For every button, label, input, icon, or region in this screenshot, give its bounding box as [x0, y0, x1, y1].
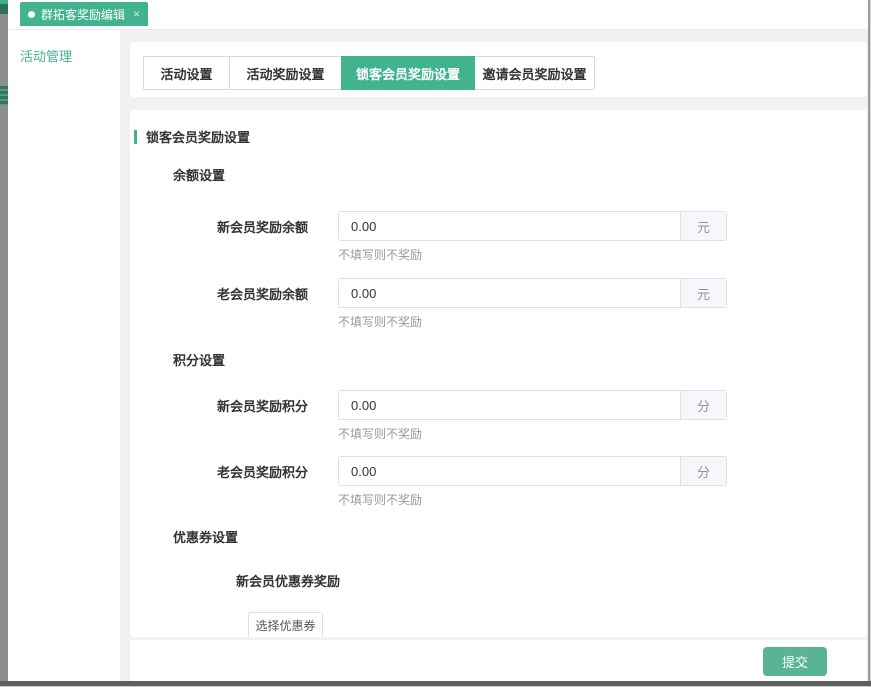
page-tab-active[interactable]: 群拓客奖励编辑 ×	[20, 2, 148, 26]
underlying-text-fragment	[0, 86, 8, 105]
section-title: 锁客会员奖励设置	[146, 127, 250, 146]
unit-suffix-yuan: 元	[680, 212, 726, 240]
help-text: 不填写则不奖励	[338, 491, 422, 508]
sidebar: 活动管理	[8, 30, 120, 681]
old-member-points-input[interactable]	[339, 457, 680, 485]
underlying-header-fragment-top	[0, 0, 8, 4]
field-label-new-member-balance: 新会员奖励余额	[130, 217, 308, 236]
submit-button[interactable]: 提交	[763, 647, 827, 676]
section-accent-bar	[134, 130, 137, 144]
tab-bar-card: 活动设置 活动奖励设置 锁客会员奖励设置 邀请会员奖励设置	[130, 42, 867, 97]
group-title-points: 积分设置	[173, 350, 225, 369]
page-tab-label: 群拓客奖励编辑	[41, 6, 125, 23]
field-label-old-member-balance: 老会员奖励余额	[130, 284, 308, 303]
input-group: 分	[338, 390, 727, 420]
group-title-coupon: 优惠券设置	[173, 527, 238, 546]
form-row: 新会员奖励余额 元	[130, 211, 727, 241]
topbar: 群拓客奖励编辑 ×	[8, 0, 868, 30]
sidebar-item-activity-management[interactable]: 活动管理	[8, 30, 120, 65]
form-row: 新会员奖励积分 分	[130, 390, 727, 420]
app-window: 群拓客奖励编辑 × 活动管理 活动设置 活动奖励设置 锁客会员奖励设置 邀请会员…	[8, 0, 868, 681]
unit-suffix-fen: 分	[680, 457, 726, 485]
content-area: 活动设置 活动奖励设置 锁客会员奖励设置 邀请会员奖励设置 锁客会员奖励设置 余…	[120, 30, 868, 681]
underlying-page-edge	[0, 0, 8, 687]
select-coupon-button[interactable]: 选择优惠券	[248, 612, 323, 637]
screen: 群拓客奖励编辑 × 活动管理 活动设置 活动奖励设置 锁客会员奖励设置 邀请会员…	[0, 0, 871, 687]
input-group: 元	[338, 211, 727, 241]
unit-suffix-yuan: 元	[680, 279, 726, 307]
field-label-old-member-points: 老会员奖励积分	[130, 462, 308, 481]
field-label-new-member-points: 新会员奖励积分	[130, 396, 308, 415]
help-text: 不填写则不奖励	[338, 246, 422, 263]
tab-dot-icon	[28, 11, 35, 18]
input-group: 元	[338, 278, 727, 308]
tab-activity-settings[interactable]: 活动设置	[143, 56, 230, 90]
close-icon[interactable]: ×	[133, 8, 140, 20]
tab-invite-member-reward-settings[interactable]: 邀请会员奖励设置	[474, 56, 595, 90]
tab-locked-member-reward-settings[interactable]: 锁客会员奖励设置	[341, 56, 475, 90]
modal-bottom-edge	[0, 681, 871, 687]
new-member-balance-input[interactable]	[339, 212, 680, 240]
new-member-points-input[interactable]	[339, 391, 680, 419]
tab-group: 活动设置 活动奖励设置 锁客会员奖励设置 邀请会员奖励设置	[143, 56, 595, 90]
form-card: 锁客会员奖励设置 余额设置 新会员奖励余额 元 不填写则不奖励 老会员奖励余额	[130, 110, 867, 637]
form-row: 老会员奖励余额 元	[130, 278, 727, 308]
footer-bar: 提交	[130, 640, 867, 681]
help-text: 不填写则不奖励	[338, 425, 422, 442]
unit-suffix-fen: 分	[680, 391, 726, 419]
help-text: 不填写则不奖励	[338, 313, 422, 330]
form-row: 老会员奖励积分 分	[130, 456, 727, 486]
old-member-balance-input[interactable]	[339, 279, 680, 307]
group-title-balance: 余额设置	[173, 165, 225, 184]
section-header: 锁客会员奖励设置	[134, 127, 250, 146]
input-group: 分	[338, 456, 727, 486]
field-label-new-member-coupon: 新会员优惠券奖励	[236, 571, 340, 590]
tab-activity-reward-settings[interactable]: 活动奖励设置	[229, 56, 342, 90]
